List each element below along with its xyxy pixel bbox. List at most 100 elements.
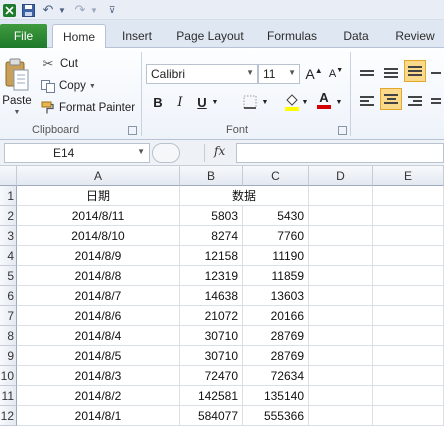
cell-b7[interactable]: 21072 [180, 306, 243, 326]
cell-c11[interactable]: 135140 [243, 386, 309, 406]
align-top-button[interactable] [356, 62, 378, 84]
row-header[interactable]: 11 [0, 386, 17, 406]
tab-review[interactable]: Review [388, 24, 442, 48]
cell-a10[interactable]: 2014/8/3 [17, 366, 180, 386]
formula-bar-expander[interactable] [152, 143, 180, 163]
tab-insert[interactable]: Insert [112, 24, 162, 48]
cell-a8[interactable]: 2014/8/4 [17, 326, 180, 346]
font-color-button[interactable]: A [314, 90, 334, 110]
cell-a11[interactable]: 2014/8/2 [17, 386, 180, 406]
align-left-button[interactable] [356, 90, 378, 112]
cell-b4[interactable]: 12158 [180, 246, 243, 266]
cell-c3[interactable]: 7760 [243, 226, 309, 246]
tab-file[interactable]: File [0, 24, 47, 48]
row-header[interactable]: 9 [0, 346, 17, 366]
cell-e12[interactable] [373, 406, 444, 426]
cell-c12[interactable]: 555366 [243, 406, 309, 426]
cell-b12[interactable]: 584077 [180, 406, 243, 426]
paste-dropdown-icon[interactable]: ▼ [11, 107, 23, 117]
bold-button[interactable]: B [148, 92, 168, 112]
font-dialog-launcher[interactable] [338, 126, 347, 135]
clipboard-dialog-launcher[interactable] [128, 126, 137, 135]
cell-e5[interactable] [373, 266, 444, 286]
cell-d5[interactable] [309, 266, 373, 286]
font-family-select[interactable]: Calibri ▼ [146, 64, 258, 84]
cell-d1[interactable] [309, 186, 373, 206]
cell-c9[interactable]: 28769 [243, 346, 309, 366]
cell-c2[interactable]: 5430 [243, 206, 309, 226]
cell-b11[interactable]: 142581 [180, 386, 243, 406]
copy-button[interactable]: Copy ▼ [40, 78, 96, 94]
cell-b2[interactable]: 5803 [180, 206, 243, 226]
cell-e7[interactable] [373, 306, 444, 326]
cell-b1[interactable]: 数据 [180, 186, 309, 206]
column-header-e[interactable]: E [373, 166, 444, 186]
cell-e6[interactable] [373, 286, 444, 306]
cell-a4[interactable]: 2014/8/9 [17, 246, 180, 266]
cell-a5[interactable]: 2014/8/8 [17, 266, 180, 286]
tab-page-layout[interactable]: Page Layout [170, 24, 250, 48]
name-box[interactable]: E14 ▼ [4, 143, 150, 163]
cut-button[interactable]: ✂ Cut [40, 56, 78, 72]
orientation-button[interactable] [428, 62, 444, 84]
row-header[interactable]: 5 [0, 266, 17, 286]
shrink-font-button[interactable]: A ▼ [326, 64, 346, 84]
cell-c5[interactable]: 11859 [243, 266, 309, 286]
italic-button[interactable]: I [170, 92, 190, 112]
row-header[interactable]: 6 [0, 286, 17, 306]
cell-b8[interactable]: 30710 [180, 326, 243, 346]
tab-data[interactable]: Data [334, 24, 378, 48]
cell-a9[interactable]: 2014/8/5 [17, 346, 180, 366]
fill-color-dropdown-icon[interactable]: ▼ [300, 92, 310, 112]
align-right-button[interactable] [404, 90, 426, 112]
cell-d11[interactable] [309, 386, 373, 406]
column-header-d[interactable]: D [309, 166, 373, 186]
cell-e11[interactable] [373, 386, 444, 406]
underline-button[interactable]: U [192, 92, 212, 112]
align-center-button[interactable] [380, 88, 402, 110]
row-header[interactable]: 4 [0, 246, 17, 266]
cell-c7[interactable]: 20166 [243, 306, 309, 326]
select-all-corner[interactable] [0, 166, 17, 186]
cell-d8[interactable] [309, 326, 373, 346]
undo-dropdown-icon[interactable]: ▼ [57, 2, 67, 18]
row-header[interactable]: 2 [0, 206, 17, 226]
cell-b9[interactable]: 30710 [180, 346, 243, 366]
cell-d4[interactable] [309, 246, 373, 266]
redo-dropdown-icon[interactable]: ▼ [89, 2, 99, 18]
cell-c10[interactable]: 72634 [243, 366, 309, 386]
cell-d3[interactable] [309, 226, 373, 246]
align-bottom-button[interactable] [404, 60, 426, 82]
cell-e3[interactable] [373, 226, 444, 246]
column-header-a[interactable]: A [17, 166, 180, 186]
cell-d12[interactable] [309, 406, 373, 426]
formula-input[interactable] [236, 143, 444, 163]
cell-a3[interactable]: 2014/8/10 [17, 226, 180, 246]
cell-b3[interactable]: 8274 [180, 226, 243, 246]
column-header-b[interactable]: B [180, 166, 243, 186]
cell-e10[interactable] [373, 366, 444, 386]
redo-icon[interactable]: ↷ [72, 2, 88, 18]
cell-d6[interactable] [309, 286, 373, 306]
cell-b10[interactable]: 72470 [180, 366, 243, 386]
paste-icon[interactable] [2, 54, 32, 96]
row-header[interactable]: 8 [0, 326, 17, 346]
underline-dropdown-icon[interactable]: ▼ [210, 92, 220, 112]
row-header[interactable]: 7 [0, 306, 17, 326]
copy-dropdown-icon[interactable]: ▼ [89, 83, 96, 90]
cell-d10[interactable] [309, 366, 373, 386]
align-middle-button[interactable] [380, 62, 402, 84]
row-header[interactable]: 1 [0, 186, 17, 206]
format-painter-button[interactable]: Format Painter [40, 100, 135, 116]
font-size-select[interactable]: 11 ▼ [258, 64, 300, 84]
cell-d7[interactable] [309, 306, 373, 326]
excel-app-icon[interactable] [2, 2, 16, 18]
cell-a7[interactable]: 2014/8/6 [17, 306, 180, 326]
cell-e2[interactable] [373, 206, 444, 226]
font-color-dropdown-icon[interactable]: ▼ [334, 92, 344, 112]
cell-e9[interactable] [373, 346, 444, 366]
cell-a12[interactable]: 2014/8/1 [17, 406, 180, 426]
tab-formulas[interactable]: Formulas [260, 24, 324, 48]
customize-qat-icon[interactable]: ⊽ [106, 2, 118, 18]
borders-dropdown-icon[interactable]: ▼ [260, 92, 270, 112]
